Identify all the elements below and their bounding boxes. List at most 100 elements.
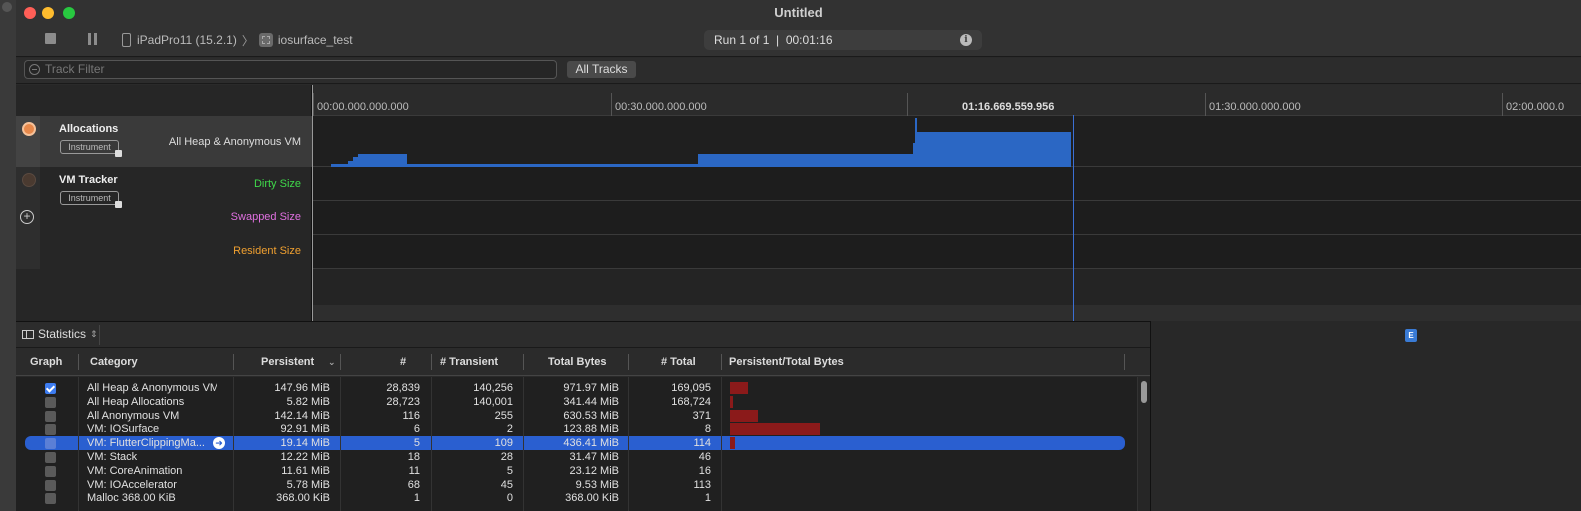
category-cell: VM: IOAccelerator <box>87 478 177 491</box>
graph-checkbox[interactable] <box>45 383 56 394</box>
focus-arrow-icon[interactable]: ➜ <box>213 437 225 450</box>
statistics-selector[interactable]: Statistics ⇕ <box>22 327 98 341</box>
track-filter-input[interactable]: Track Filter <box>24 60 557 79</box>
total-cell: 8 <box>704 423 711 436</box>
graph-checkbox[interactable] <box>45 410 56 422</box>
persistent-total-bar <box>730 382 748 394</box>
ruler-tick: 00:00.000.000.000 <box>313 93 409 116</box>
run-status-text: Run 1 of 1 | 00:01:16 <box>714 33 833 47</box>
graph-checkbox[interactable] <box>45 493 56 505</box>
chevron-right-icon: 〉 <box>241 33 254 48</box>
statistics-table: All Heap & Anonymous VM 147.96 MiB 28,839 1… <box>16 377 1150 511</box>
category-cell: All Heap & Anonymous VM <box>87 382 217 394</box>
column-total-bytes[interactable]: Total Bytes <box>548 348 606 376</box>
filter-bar: Track Filter All Tracks <box>16 58 1581 84</box>
total-cell: 46 <box>698 451 711 463</box>
count-cell: 1 <box>413 492 420 505</box>
category-cell: Malloc 368.00 KiB <box>87 492 176 505</box>
column-persistent[interactable]: Persistent <box>261 348 314 376</box>
table-row[interactable]: VM: IOSurface 92.91 MiB 6 2 123.88 MiB 8 <box>16 422 1150 436</box>
timeline-start-line <box>312 85 313 321</box>
table-scroll-thumb[interactable] <box>1141 381 1147 403</box>
total-cell: 114 <box>693 437 711 450</box>
table-row[interactable]: VM: Stack 12.22 MiB 18 28 31.47 MiB 46 <box>16 450 1150 464</box>
dirty-size-label: Dirty Size <box>253 178 301 190</box>
app-icon <box>258 33 273 47</box>
persistent-cell: 368.00 KiB <box>276 492 330 505</box>
column-category[interactable]: Category <box>90 348 138 376</box>
extended-detail-badge[interactable]: E <box>1405 329 1417 342</box>
table-scrollbar[interactable] <box>1137 377 1150 511</box>
table-row[interactable]: All Heap Allocations 5.82 MiB 28,723 140,00… <box>16 395 1150 409</box>
table-row[interactable]: Malloc 368.00 KiB 368.00 KiB 1 0 368.00 KiB 1 <box>16 491 1150 505</box>
target-device: iPadPro11 (15.2.1) <box>137 33 237 47</box>
run-status[interactable]: Run 1 of 1 | 00:01:16 i <box>704 30 982 50</box>
graph-checkbox[interactable] <box>45 465 56 477</box>
allocations-graph-area <box>331 118 1071 167</box>
graph-checkbox[interactable] <box>45 438 56 450</box>
transient-cell: 2 <box>506 423 513 436</box>
desktop-edge <box>0 0 16 511</box>
inspection-cursor[interactable] <box>1073 115 1074 321</box>
column-graph[interactable]: Graph <box>30 348 62 376</box>
category-cell: All Anonymous VM <box>87 409 180 422</box>
category-cell: VM: Stack <box>87 451 138 463</box>
total-cell: 168,724 <box>671 395 711 408</box>
count-cell: 11 <box>408 464 420 477</box>
pause-recording-button[interactable] <box>88 33 98 45</box>
vm-tracker-instrument-icon <box>22 173 36 187</box>
column-count[interactable]: # <box>400 348 406 376</box>
empty-lane <box>313 269 1581 321</box>
total-bytes-cell: 123.88 MiB <box>563 423 619 436</box>
graph-checkbox[interactable] <box>45 479 56 491</box>
transient-cell: 45 <box>500 478 513 491</box>
allocations-graph <box>331 118 1071 167</box>
target-selector[interactable]: iPadPro11 (15.2.1) 〉 iosurface_test <box>122 31 353 49</box>
divider <box>99 325 100 345</box>
column-total[interactable]: # Total <box>661 348 696 376</box>
graph-checkbox[interactable] <box>45 396 56 408</box>
count-cell: 28,723 <box>386 395 420 408</box>
resident-size-lane[interactable] <box>313 235 1581 269</box>
persistent-total-bar <box>730 409 758 422</box>
vm-tracker-track-name: VM Tracker <box>59 174 118 186</box>
timeline-scrollbar[interactable] <box>313 305 1581 321</box>
instruments-window: Untitled iPadPro11 (15.2.1) 〉 iosurface_… <box>16 0 1581 511</box>
dirty-size-lane[interactable] <box>313 167 1581 201</box>
column-transient[interactable]: # Transient <box>440 348 498 376</box>
vm-tracker-instrument-badge[interactable]: Instrument <box>60 191 122 208</box>
count-cell: 6 <box>413 423 420 436</box>
graph-checkbox[interactable] <box>45 424 56 436</box>
table-row[interactable]: All Anonymous VM 142.14 MiB 116 255 630.53 M… <box>16 409 1150 423</box>
transient-cell: 5 <box>506 464 513 477</box>
persistent-cell: 92.91 MiB <box>280 423 330 436</box>
table-row[interactable]: VM: FlutterClippingMa... 19.14 MiB 5 109 436… <box>25 436 1125 451</box>
category-cell: VM: IOSurface <box>87 423 160 436</box>
allocations-track-label: All Heap & Anonymous VM <box>168 136 301 148</box>
graph-checkbox[interactable] <box>45 452 56 463</box>
info-icon[interactable]: i <box>960 34 972 46</box>
add-track-icon[interactable]: + <box>20 210 34 224</box>
timeline-ruler[interactable]: 00:00.000.000.000 00:30.000.000.000 01:1… <box>313 85 1581 116</box>
table-row[interactable]: VM: IOAccelerator 5.78 MiB 68 45 9.53 MiB 113 <box>16 478 1150 492</box>
persistent-cell: 142.14 MiB <box>274 409 330 422</box>
persistent-cell: 147.96 MiB <box>274 382 330 394</box>
count-cell: 68 <box>407 478 420 491</box>
ruler-tick: 00:30.000.000.000 <box>611 93 707 116</box>
window-title: Untitled <box>774 5 823 20</box>
target-app: iosurface_test <box>277 33 353 47</box>
all-tracks-button[interactable]: All Tracks <box>567 61 636 78</box>
total-bytes-cell: 971.97 MiB <box>563 382 619 394</box>
table-row[interactable]: VM: CoreAnimation 11.61 MiB 11 5 23.12 MiB 16 <box>16 464 1150 478</box>
filter-icon <box>29 64 40 75</box>
column-persistent-total-bytes[interactable]: Persistent/Total Bytes <box>729 348 844 376</box>
table-row[interactable]: All Heap & Anonymous VM 147.96 MiB 28,839 1… <box>16 381 1150 395</box>
transient-cell: 0 <box>506 492 513 505</box>
statistics-label: Statistics <box>38 327 87 341</box>
swapped-size-lane[interactable] <box>313 201 1581 235</box>
count-cell: 28,839 <box>386 382 420 394</box>
allocations-lane[interactable] <box>313 116 1581 167</box>
allocations-instrument-badge[interactable]: Instrument <box>60 140 122 157</box>
total-bytes-cell: 341.44 MiB <box>563 395 619 408</box>
stop-recording-button[interactable] <box>45 33 56 44</box>
